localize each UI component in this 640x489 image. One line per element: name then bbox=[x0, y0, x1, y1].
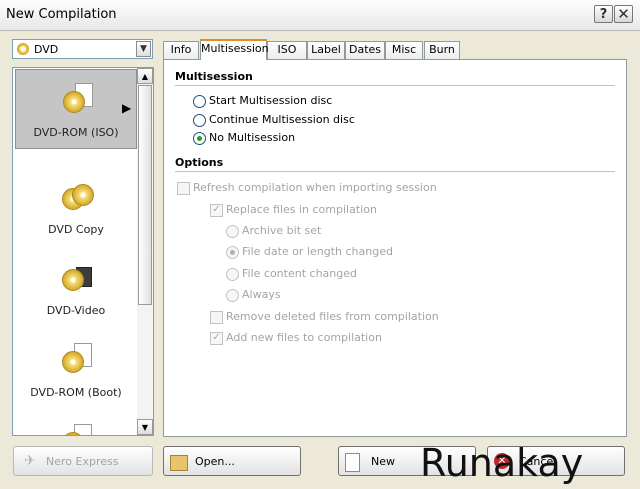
list-item-label: DVD Copy bbox=[48, 223, 104, 236]
scroll-up-button[interactable]: ▲ bbox=[137, 68, 153, 84]
tab-burn[interactable]: Burn bbox=[424, 41, 460, 59]
tab-multisession[interactable]: Multisession bbox=[200, 39, 269, 60]
folder-open-icon bbox=[170, 455, 188, 471]
dvd-disc-icon bbox=[17, 43, 29, 55]
data-disc-icon bbox=[63, 83, 93, 113]
nero-express-button[interactable]: ✈ Nero Express bbox=[13, 446, 153, 476]
tab-iso[interactable]: ISO bbox=[267, 41, 307, 59]
multisession-panel: Multisession Start Multisession disc Con… bbox=[163, 59, 627, 437]
multisession-heading: Multisession bbox=[175, 70, 253, 83]
dialog-body: DVD ▼ DVD-ROM (ISO) ▶ DVD Copy DVD-Video bbox=[0, 31, 640, 489]
tab-info[interactable]: Info bbox=[163, 41, 199, 59]
tab-dates[interactable]: Dates bbox=[345, 41, 385, 59]
list-item-label: DVD-ROM (ISO) bbox=[33, 126, 119, 139]
list-item-dvd-copy[interactable]: DVD Copy bbox=[15, 167, 137, 247]
radio-icon bbox=[193, 95, 206, 108]
divider bbox=[175, 85, 615, 86]
selection-arrow-icon: ▶ bbox=[122, 101, 132, 115]
tab-label[interactable]: Label bbox=[307, 41, 345, 59]
window-title: New Compilation bbox=[6, 7, 117, 22]
close-button[interactable]: ✕ bbox=[614, 5, 633, 23]
chevron-down-icon[interactable]: ▼ bbox=[136, 41, 151, 57]
radio-icon bbox=[226, 225, 239, 238]
options-heading: Options bbox=[175, 156, 224, 169]
disc-type-select[interactable]: DVD ▼ bbox=[12, 39, 153, 59]
scroll-down-button[interactable]: ▼ bbox=[137, 419, 153, 435]
divider bbox=[175, 171, 615, 172]
watermark-text: Runakay bbox=[420, 441, 584, 485]
scroll-thumb[interactable] bbox=[138, 85, 152, 305]
list-scrollbar[interactable]: ▲ ▼ bbox=[137, 68, 153, 435]
list-item-partial[interactable] bbox=[15, 411, 137, 435]
video-disc-icon bbox=[62, 261, 92, 291]
radio-selected-icon bbox=[193, 132, 206, 145]
checkbox-checked-icon: ✓ bbox=[210, 332, 223, 345]
radio-selected-icon bbox=[226, 246, 239, 259]
boot-disc-icon bbox=[62, 343, 92, 373]
checkbox-icon bbox=[177, 182, 190, 195]
disc-copy-icon bbox=[62, 180, 94, 210]
checkbox-icon bbox=[210, 311, 223, 324]
nero-express-icon: ✈ bbox=[24, 453, 36, 469]
new-document-icon bbox=[345, 453, 360, 472]
list-item-label: DVD-ROM (Boot) bbox=[30, 386, 122, 399]
tab-misc[interactable]: Misc bbox=[385, 41, 423, 59]
compilation-type-list: DVD-ROM (ISO) ▶ DVD Copy DVD-Video DVD-R… bbox=[12, 67, 154, 436]
list-item-dvd-rom-iso[interactable]: DVD-ROM (ISO) ▶ bbox=[15, 69, 137, 149]
open-button[interactable]: Open... bbox=[163, 446, 301, 476]
list-item-label: DVD-Video bbox=[46, 304, 106, 317]
list-item-dvd-rom-boot[interactable]: DVD-ROM (Boot) bbox=[15, 330, 137, 410]
checkbox-checked-icon: ✓ bbox=[210, 204, 223, 217]
disc-icon bbox=[62, 424, 92, 435]
radio-icon bbox=[226, 289, 239, 302]
title-bar: New Compilation ? ✕ bbox=[0, 0, 640, 31]
radio-icon bbox=[193, 114, 206, 127]
help-button[interactable]: ? bbox=[594, 5, 613, 23]
disc-type-value: DVD bbox=[34, 43, 59, 56]
list-item-dvd-video[interactable]: DVD-Video bbox=[15, 248, 137, 328]
radio-icon bbox=[226, 268, 239, 281]
